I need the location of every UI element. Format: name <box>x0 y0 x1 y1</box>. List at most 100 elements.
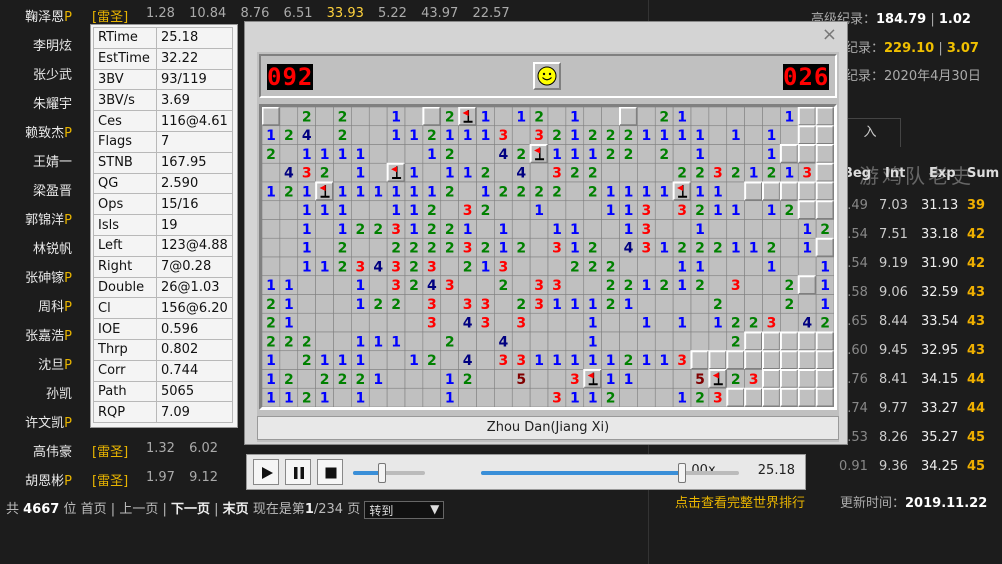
cell-opened[interactable]: 3 <box>458 237 477 258</box>
cell-opened[interactable] <box>529 312 549 333</box>
cell-opened[interactable]: 1 <box>422 144 442 164</box>
cell-opened[interactable]: 1 <box>458 125 477 145</box>
cell-opened[interactable] <box>511 125 531 145</box>
player-name-link[interactable]: 郭锦洋P <box>25 209 72 228</box>
cell-opened[interactable] <box>654 162 674 183</box>
cell-opened[interactable] <box>333 162 352 183</box>
cell-opened[interactable]: 1 <box>672 275 692 295</box>
cell-unopened[interactable] <box>744 387 763 407</box>
cell-flag[interactable] <box>386 162 406 183</box>
cell-opened[interactable] <box>404 331 424 352</box>
cell-opened[interactable] <box>404 107 424 127</box>
cell-opened[interactable]: 2 <box>762 162 781 183</box>
cell-opened[interactable]: 2 <box>726 312 745 333</box>
cell-opened[interactable]: 2 <box>494 181 513 202</box>
cell-opened[interactable]: 1 <box>333 144 352 164</box>
cell-unopened[interactable] <box>779 350 799 370</box>
cell-opened[interactable]: 3 <box>708 387 728 407</box>
cell-opened[interactable]: 3 <box>637 200 656 220</box>
cell-opened[interactable] <box>368 162 388 183</box>
cell-opened[interactable] <box>422 369 442 389</box>
cell-opened[interactable] <box>404 369 424 389</box>
cell-unopened[interactable] <box>779 369 799 389</box>
cell-opened[interactable]: 1 <box>440 125 459 145</box>
cell-opened[interactable]: 1 <box>583 331 602 352</box>
cell-unopened[interactable] <box>797 331 817 352</box>
cell-opened[interactable]: 1 <box>672 256 692 277</box>
cell-opened[interactable]: 2 <box>780 200 799 220</box>
cell-unopened[interactable] <box>815 387 834 407</box>
cell-opened[interactable] <box>529 237 549 258</box>
cell-opened[interactable]: 2 <box>601 144 620 164</box>
cell-opened[interactable] <box>762 107 781 127</box>
cell-opened[interactable]: 1 <box>637 350 656 370</box>
cell-opened[interactable]: 2 <box>690 200 710 220</box>
cell-opened[interactable] <box>333 331 352 352</box>
cell-opened[interactable] <box>780 312 799 333</box>
cell-opened[interactable] <box>279 144 299 164</box>
cell-opened[interactable]: 2 <box>297 331 316 352</box>
cell-opened[interactable]: 1 <box>654 181 674 202</box>
cell-opened[interactable]: 1 <box>333 219 352 239</box>
cell-opened[interactable]: 1 <box>726 125 745 145</box>
cell-opened[interactable]: 1 <box>565 294 585 314</box>
cell-opened[interactable] <box>386 387 406 407</box>
smiley-face-button[interactable] <box>533 62 561 90</box>
cell-opened[interactable]: 2 <box>601 387 620 407</box>
cell-opened[interactable] <box>690 294 710 314</box>
cell-opened[interactable] <box>744 144 763 164</box>
cell-opened[interactable]: 5 <box>690 369 710 389</box>
cell-opened[interactable] <box>654 331 674 352</box>
cell-opened[interactable] <box>637 144 656 164</box>
cell-opened[interactable]: 2 <box>583 125 602 145</box>
cell-opened[interactable]: 2 <box>315 369 334 389</box>
cell-opened[interactable] <box>351 125 370 145</box>
cell-flag[interactable] <box>315 181 334 202</box>
cell-opened[interactable]: 3 <box>422 256 442 277</box>
cell-opened[interactable]: 4 <box>797 312 817 333</box>
cell-unopened[interactable] <box>815 107 834 127</box>
cell-opened[interactable]: 1 <box>690 256 710 277</box>
next-page-link[interactable]: 下一页 <box>171 502 210 517</box>
cell-opened[interactable] <box>654 312 674 333</box>
speed-slider[interactable] <box>353 463 425 483</box>
cell-opened[interactable]: 2 <box>422 237 442 258</box>
cell-opened[interactable] <box>476 275 495 295</box>
cell-opened[interactable] <box>744 200 763 220</box>
cell-unopened[interactable] <box>744 331 763 352</box>
cell-opened[interactable]: 1 <box>368 331 388 352</box>
cell-opened[interactable] <box>440 200 459 220</box>
cell-opened[interactable] <box>458 181 477 202</box>
cell-opened[interactable]: 3 <box>672 350 692 370</box>
cell-opened[interactable]: 1 <box>458 162 477 183</box>
player-name-link[interactable]: 张少武 <box>33 64 72 83</box>
ranking-row[interactable]: 胡恩彬P [雷圣] 1.97 9.12 <box>0 464 240 493</box>
cell-unopened[interactable] <box>726 387 746 407</box>
cell-opened[interactable]: 4 <box>494 331 513 352</box>
cell-opened[interactable]: 1 <box>619 200 638 220</box>
cell-opened[interactable]: 1 <box>583 294 602 314</box>
cell-opened[interactable] <box>333 312 352 333</box>
cell-opened[interactable]: 2 <box>583 181 602 202</box>
cell-opened[interactable] <box>672 219 692 239</box>
cell-opened[interactable]: 2 <box>583 162 602 183</box>
cell-opened[interactable]: 1 <box>368 369 388 389</box>
cell-opened[interactable] <box>262 219 281 239</box>
cell-opened[interactable] <box>619 312 638 333</box>
cell-opened[interactable] <box>565 200 585 220</box>
cell-unopened[interactable] <box>262 107 281 127</box>
cell-opened[interactable]: 2 <box>262 312 281 333</box>
cell-opened[interactable]: 3 <box>422 312 442 333</box>
cell-opened[interactable] <box>315 237 334 258</box>
player-name-link[interactable]: 鞠泽恩P <box>25 6 72 25</box>
cell-opened[interactable]: 1 <box>315 200 334 220</box>
cell-opened[interactable] <box>708 219 728 239</box>
cell-opened[interactable]: 1 <box>440 369 459 389</box>
cell-opened[interactable]: 2 <box>386 237 406 258</box>
cell-opened[interactable]: 2 <box>279 369 299 389</box>
cell-opened[interactable]: 2 <box>458 256 477 277</box>
cell-opened[interactable] <box>726 107 745 127</box>
cell-opened[interactable]: 3 <box>762 312 781 333</box>
cell-opened[interactable]: 1 <box>654 350 674 370</box>
cell-opened[interactable] <box>315 125 334 145</box>
